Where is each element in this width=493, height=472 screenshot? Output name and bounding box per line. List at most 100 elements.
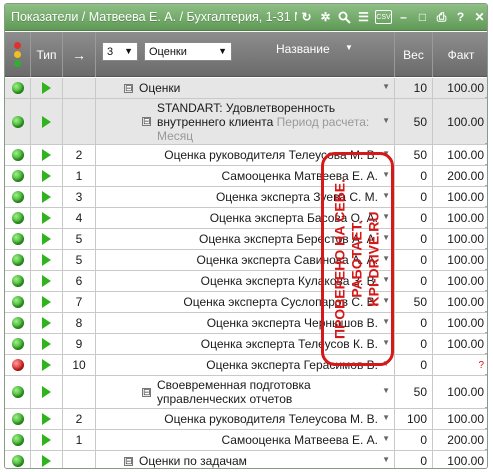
type-cell[interactable] — [31, 145, 63, 165]
table-row[interactable]: 2 Оценка руководителя Телеусова М. В. ▼ 50 1… — [5, 145, 487, 166]
play-icon[interactable] — [42, 149, 51, 161]
row-name-cell[interactable]: ⊟ Оценки по задачам ▼ — [96, 451, 395, 468]
table-row[interactable]: 3 Оценка эксперта Зуева С. М. ▼ 0 100.00 — [5, 187, 487, 208]
chevron-down-icon[interactable]: ▼ — [382, 413, 390, 422]
type-cell[interactable] — [31, 313, 63, 333]
refresh-icon[interactable]: ↻ — [299, 10, 314, 25]
row-weight: 50 — [395, 376, 433, 408]
chevron-down-icon[interactable]: ▼ — [382, 386, 390, 395]
collapse-toggle-icon[interactable]: ⊟ — [142, 387, 151, 397]
row-name-cell[interactable]: Самооценка Матвеева Е. А. ▼ — [96, 430, 395, 450]
table-row[interactable]: 1 Самооценка Матвеева Е. А. ▼ 0 200.00 — [5, 430, 487, 451]
column-arrow[interactable]: → — [63, 32, 96, 77]
chevron-down-icon[interactable]: ▼ — [345, 43, 353, 52]
chevron-down-icon[interactable]: ▼ — [382, 455, 390, 464]
table-row[interactable]: 10 Оценка эксперта Герасимов В. ▼ 0? — [5, 355, 487, 376]
type-cell[interactable] — [31, 271, 63, 291]
row-fact: 100.00 — [433, 229, 487, 249]
play-icon[interactable] — [42, 170, 51, 182]
table-row[interactable]: 2 Оценка руководителя Телеусова М. В. ▼ 100… — [5, 409, 487, 430]
play-icon[interactable] — [42, 115, 51, 128]
chevron-down-icon[interactable]: ▼ — [382, 116, 390, 125]
table-row[interactable]: 1 Самооценка Матвеева Е. А. ▼ 0 200.00 — [5, 166, 487, 187]
table-row[interactable]: ⊟ STANDART: Удовлетворенность внутреннего… — [5, 99, 487, 145]
print-icon[interactable]: ⎙ — [434, 10, 449, 25]
row-weight: 0 — [395, 355, 433, 375]
type-cell[interactable] — [31, 166, 63, 186]
row-name-cell[interactable]: ⊟ Своевременная подготовка управленческих… — [96, 376, 395, 408]
corner-marker-icon — [485, 140, 487, 144]
type-cell[interactable] — [31, 334, 63, 354]
type-cell[interactable] — [31, 250, 63, 270]
chevron-down-icon[interactable]: ▼ — [382, 82, 390, 91]
type-cell[interactable] — [31, 208, 63, 228]
type-cell[interactable] — [31, 376, 63, 408]
row-name-cell[interactable]: ⊟ Оценки ▼ — [96, 78, 395, 98]
filter-select[interactable]: Оценки ▼ — [144, 42, 232, 61]
play-icon[interactable] — [42, 212, 51, 224]
row-fact: 200.00 — [433, 166, 487, 186]
type-cell[interactable] — [31, 430, 63, 450]
play-icon[interactable] — [42, 233, 51, 245]
table-row[interactable]: 8 Оценка эксперта Чернышов В. ▼ 0 100.00 — [5, 313, 487, 334]
close-icon[interactable]: ✕ — [472, 10, 487, 25]
row-weight: 0 — [395, 451, 433, 468]
type-cell[interactable] — [31, 78, 63, 98]
row-weight: 0 — [395, 313, 433, 333]
table-row[interactable]: 7 Оценка эксперта Суслопаров С. В. ▼ 50 100.… — [5, 292, 487, 313]
row-fact: 100.00 — [433, 409, 487, 429]
chevron-down-icon[interactable]: ▼ — [382, 434, 390, 443]
row-weight: 0 — [395, 430, 433, 450]
play-icon[interactable] — [42, 434, 51, 446]
play-icon[interactable] — [42, 254, 51, 266]
type-cell[interactable] — [31, 409, 63, 429]
row-name-cell[interactable]: Оценка руководителя Телеусова М. В. ▼ — [96, 409, 395, 429]
table-row[interactable]: 5 Оценка эксперта Савинова А. А. ▼ 0 100.00 — [5, 250, 487, 271]
export-icon[interactable]: CSV — [375, 10, 392, 24]
table-row[interactable]: ⊟ Оценки ▼ 10 100.00 — [5, 78, 487, 99]
row-fact: 100.00 — [433, 78, 487, 98]
type-cell[interactable] — [31, 355, 63, 375]
settings-icon[interactable]: ✲ — [318, 10, 333, 25]
help-icon[interactable]: ? — [453, 10, 468, 25]
collapse-toggle-icon[interactable]: ⊟ — [124, 83, 133, 93]
restore-icon[interactable]: □ — [415, 10, 430, 25]
level-select[interactable]: 3 ▼ — [102, 42, 138, 61]
collapse-toggle-icon[interactable]: ⊟ — [142, 117, 151, 126]
play-icon[interactable] — [42, 191, 51, 203]
column-name-label[interactable]: Название — [276, 42, 330, 56]
collapse-toggle-icon[interactable]: ⊟ — [124, 456, 133, 466]
play-icon[interactable] — [42, 317, 51, 329]
list-icon[interactable]: ☰ — [356, 10, 371, 25]
type-cell[interactable] — [31, 229, 63, 249]
play-icon[interactable] — [42, 82, 51, 94]
type-cell[interactable] — [31, 292, 63, 312]
play-icon[interactable] — [42, 359, 51, 371]
type-cell[interactable] — [31, 99, 63, 144]
search-icon[interactable] — [337, 10, 352, 25]
table-row[interactable]: 5 Оценка эксперта Берестов А. А. ▼ 0 100.00 — [5, 229, 487, 250]
corner-marker-icon — [485, 425, 487, 429]
row-number — [63, 99, 96, 144]
column-type[interactable]: Тип — [31, 32, 63, 77]
row-name-cell[interactable]: ⊟ STANDART: Удовлетворенность внутреннего… — [96, 99, 395, 144]
play-icon[interactable] — [42, 413, 51, 425]
table-row[interactable]: ⊟ Своевременная подготовка управленческих… — [5, 376, 487, 409]
select-arrow-icon: ▼ — [218, 46, 227, 56]
column-weight[interactable]: Вес — [395, 32, 433, 77]
table-row[interactable]: 6 Оценка эксперта Кулакова З. В. ▼ 0 100.00 — [5, 271, 487, 292]
play-icon[interactable] — [42, 386, 51, 398]
type-cell[interactable] — [31, 187, 63, 207]
table-row[interactable]: 9 Оценка эксперта Телеусов К. В. ▼ 0 100.00 — [5, 334, 487, 355]
type-cell[interactable] — [31, 451, 63, 468]
play-icon[interactable] — [42, 275, 51, 287]
minimize-icon[interactable]: – — [396, 10, 411, 25]
status-cell — [5, 78, 31, 98]
table-row[interactable]: 4 Оценка эксперта Басова О. А. ▼ 0 100.00 — [5, 208, 487, 229]
play-icon[interactable] — [42, 455, 51, 467]
column-fact[interactable]: Факт — [433, 32, 487, 77]
table-row[interactable]: ⊟ Оценки по задачам ▼ 0 100.00 — [5, 451, 487, 468]
play-icon[interactable] — [42, 296, 51, 308]
play-icon[interactable] — [42, 338, 51, 350]
row-weight: 0 — [395, 187, 433, 207]
